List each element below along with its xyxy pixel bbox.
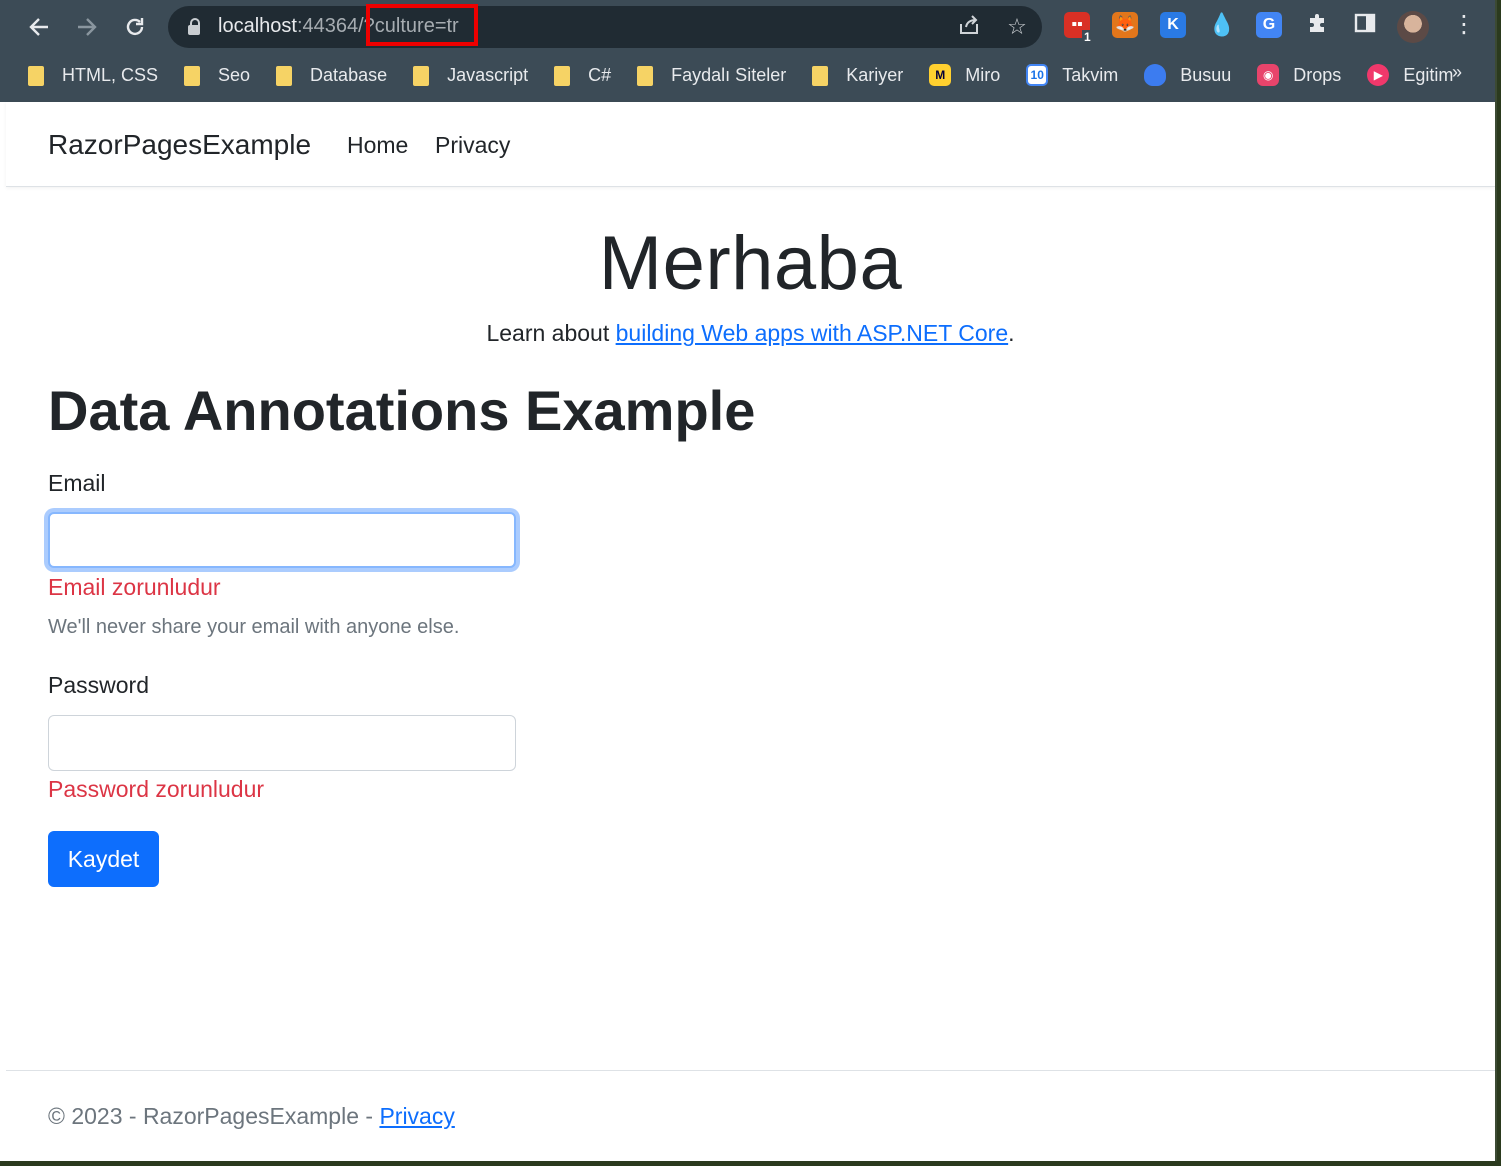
bookmark-label: Miro	[965, 64, 1001, 85]
bookmark-faydali-siteler[interactable]: Faydalı Siteler	[637, 60, 786, 90]
play-icon: ▶	[1367, 64, 1390, 86]
bookmark-busuu[interactable]: Busuu	[1144, 60, 1231, 90]
email-label: Email	[48, 470, 106, 496]
bookmark-label: Takvim	[1062, 64, 1119, 85]
submit-button[interactable]: Kaydet	[48, 831, 159, 887]
email-help-text: We'll never share your email with anyone…	[48, 616, 460, 638]
learn-prefix: Learn about	[486, 320, 616, 346]
nav-link-home[interactable]: Home	[347, 132, 408, 159]
bookmark-label: Javascript	[447, 64, 529, 85]
forward-arrow-icon	[78, 18, 97, 36]
calendar-extension-icon[interactable]: ▪▪ 1	[1064, 12, 1093, 44]
password-label: Password	[48, 672, 149, 698]
bookmark-star-icon[interactable]: ☆	[1004, 14, 1030, 40]
forward-button[interactable]	[68, 8, 106, 46]
calendar-icon: 10	[1026, 64, 1049, 86]
browser-window: localhost:44364/?culture=tr ☆ ▪▪ 1 🦊 K 💧…	[0, 0, 1497, 1161]
browser-menu-icon[interactable]: ⋮	[1452, 10, 1476, 39]
bookmark-label: Database	[310, 64, 388, 85]
drops-icon: ◉	[1257, 64, 1280, 86]
nav-link-privacy[interactable]: Privacy	[435, 132, 510, 159]
bookmark-label: Seo	[218, 64, 251, 85]
folder-icon	[184, 66, 201, 86]
password-input[interactable]	[48, 715, 516, 771]
password-error-message: Password zorunludur	[48, 776, 265, 802]
bookmark-seo[interactable]: Seo	[184, 60, 250, 90]
bookmark-javascript[interactable]: Javascript	[413, 60, 528, 90]
footer-privacy-link[interactable]: Privacy	[379, 1103, 454, 1129]
bookmarks-bar: HTML, CSS Seo Database Javascript C# Fay…	[28, 60, 1479, 90]
browser-toolbar: localhost:44364/?culture=tr ☆ ▪▪ 1 🦊 K 💧…	[0, 0, 1495, 102]
bookmark-egitim[interactable]: ▶ Egitim	[1367, 60, 1453, 90]
reload-button[interactable]	[116, 8, 154, 46]
share-icon[interactable]	[956, 14, 982, 40]
footer-copyright: © 2023 - RazorPagesExample -	[48, 1103, 380, 1129]
email-error-message: Email zorunludur	[48, 574, 221, 600]
bookmark-takvim[interactable]: 10 Takvim	[1026, 60, 1118, 90]
url-port: :44364/	[296, 15, 364, 37]
bookmark-miro[interactable]: M Miro	[929, 60, 1000, 90]
navbar-brand[interactable]: RazorPagesExample	[48, 129, 311, 161]
bookmark-html-css[interactable]: HTML, CSS	[28, 60, 158, 90]
folder-icon	[812, 66, 829, 86]
bookmark-label: Faydalı Siteler	[671, 64, 787, 85]
bookmark-database[interactable]: Database	[276, 60, 387, 90]
bookmark-drops[interactable]: ◉ Drops	[1257, 60, 1341, 90]
metamask-fox-icon[interactable]: 🦊	[1112, 12, 1138, 38]
learn-about-text: Learn about building Web apps with ASP.N…	[6, 320, 1495, 347]
bookmark-label: Kariyer	[846, 64, 904, 85]
site-navbar: RazorPagesExample Home Privacy	[6, 102, 1495, 187]
welcome-heading: Merhaba	[598, 221, 903, 306]
back-arrow-icon	[29, 18, 48, 36]
bookmark-label: C#	[588, 64, 612, 85]
drop-extension-icon[interactable]: 💧	[1208, 12, 1235, 38]
web-page: RazorPagesExample Home Privacy Merhaba L…	[6, 102, 1495, 1161]
reload-icon	[126, 18, 144, 36]
translate-extension-icon[interactable]: G	[1256, 12, 1282, 38]
url-host: localhost	[218, 15, 297, 37]
address-bar[interactable]: localhost:44364/?culture=tr ☆	[168, 4, 1042, 48]
folder-icon	[28, 66, 44, 86]
bookmark-label: Drops	[1293, 64, 1342, 85]
aspnet-docs-link[interactable]: building Web apps with ASP.NET Core	[616, 320, 1009, 346]
bookmark-label: Egitim	[1403, 64, 1454, 85]
folder-icon	[554, 66, 571, 86]
extension-badge: 1	[1082, 30, 1093, 44]
side-panel-icon[interactable]	[1352, 12, 1378, 38]
footer-text: © 2023 - RazorPagesExample - Privacy	[48, 1103, 455, 1130]
k-extension-icon[interactable]: K	[1160, 12, 1186, 38]
email-input[interactable]	[48, 512, 516, 568]
bookmark-label: HTML, CSS	[62, 64, 159, 85]
learn-suffix: .	[1008, 320, 1015, 346]
miro-icon: M	[929, 64, 952, 86]
folder-icon	[637, 66, 654, 86]
folder-icon	[413, 66, 430, 86]
extensions-puzzle-icon[interactable]	[1304, 12, 1330, 38]
profile-avatar[interactable]	[1397, 11, 1429, 43]
back-button[interactable]	[20, 8, 58, 46]
url-query-highlight-box	[366, 4, 478, 46]
busuu-icon	[1144, 64, 1167, 86]
lock-icon[interactable]	[188, 18, 200, 36]
folder-icon	[276, 66, 293, 86]
form-heading: Data Annotations Example	[48, 379, 756, 442]
bookmark-csharp[interactable]: C#	[554, 60, 611, 90]
site-footer: © 2023 - RazorPagesExample - Privacy	[6, 1070, 1495, 1161]
bookmark-kariyer[interactable]: Kariyer	[812, 60, 903, 90]
bookmark-label: Busuu	[1180, 64, 1232, 85]
more-bookmarks-chevron[interactable]: »	[1452, 62, 1462, 83]
